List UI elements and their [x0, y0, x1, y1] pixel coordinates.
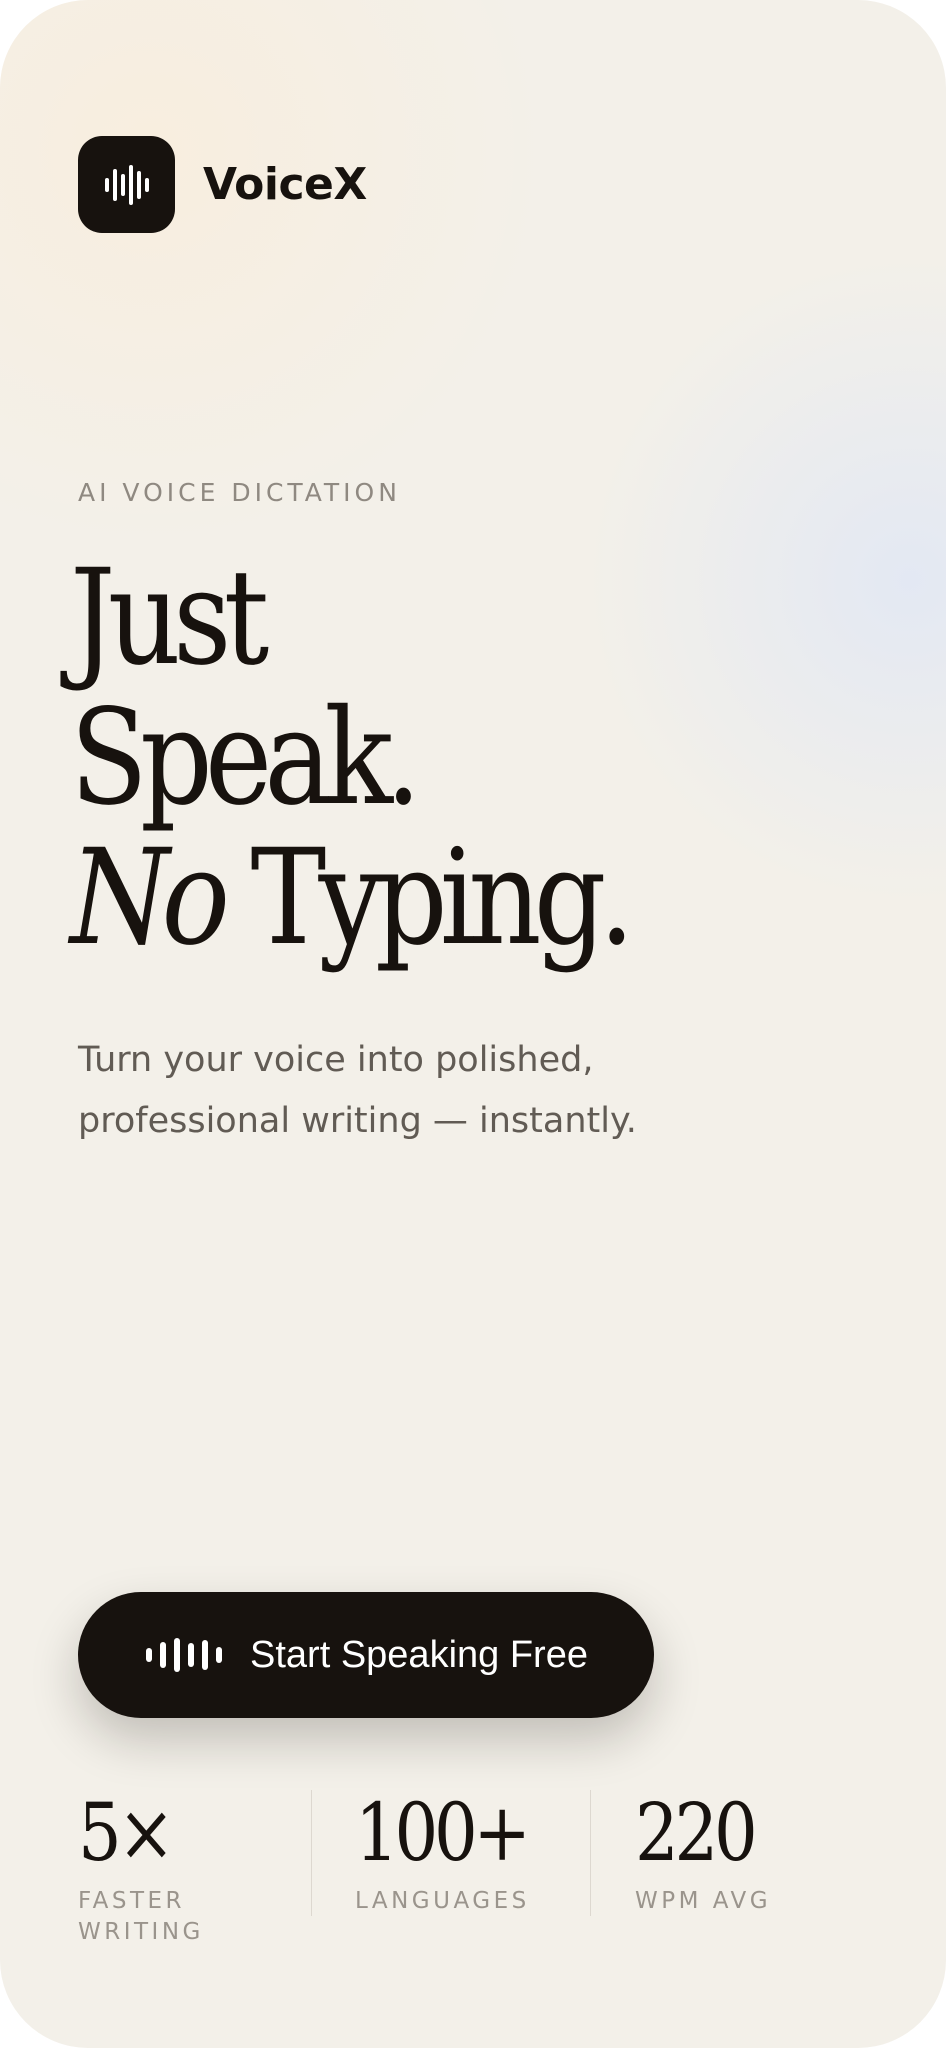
- stat-label: WPM AVG: [635, 1888, 772, 1914]
- start-speaking-button[interactable]: Start Speaking Free: [78, 1592, 654, 1718]
- brand-name: VoiceX: [203, 159, 367, 210]
- stat-wpm-avg: 220 WPM AVG: [635, 1790, 865, 1917]
- hero-headline: Just Speak. No Typing.: [70, 541, 635, 968]
- start-speaking-label: Start Speaking Free: [250, 1633, 588, 1676]
- headline-line-3-rest: Typing.: [222, 821, 635, 975]
- warm-glow: [0, 0, 560, 560]
- stat-label: LANGUAGES: [355, 1888, 530, 1914]
- stat-languages: 100+ LANGUAGES: [355, 1790, 575, 1917]
- headline-line-1: Just: [70, 541, 269, 695]
- stat-label: FASTER WRITING: [78, 1888, 204, 1945]
- brand-logo: VoiceX: [78, 136, 367, 233]
- stat-value: 5×: [78, 1786, 175, 1879]
- stats-row: 5× FASTER WRITING 100+ LANGUAGES 220 WPM…: [0, 1790, 946, 1950]
- stat-divider: [311, 1790, 312, 1916]
- headline-italic-word: No: [70, 821, 230, 975]
- headline-line-3: No Typing.: [70, 828, 635, 968]
- hero-subtitle: Turn your voice into polished, professio…: [78, 1040, 637, 1141]
- app-screen: VoiceX AI VOICE DICTATION Just Speak. No…: [0, 0, 946, 2048]
- eyebrow-label: AI VOICE DICTATION: [78, 478, 401, 507]
- stat-value: 100+: [355, 1786, 531, 1879]
- waveform-glyph: [104, 164, 149, 205]
- waveform-icon: [146, 1638, 223, 1672]
- stat-faster-writing: 5× FASTER WRITING: [78, 1790, 268, 1948]
- waveform-icon: [78, 136, 175, 233]
- headline-line-2: Speak.: [70, 681, 421, 835]
- stat-value: 220: [635, 1786, 758, 1879]
- stat-divider: [590, 1790, 591, 1916]
